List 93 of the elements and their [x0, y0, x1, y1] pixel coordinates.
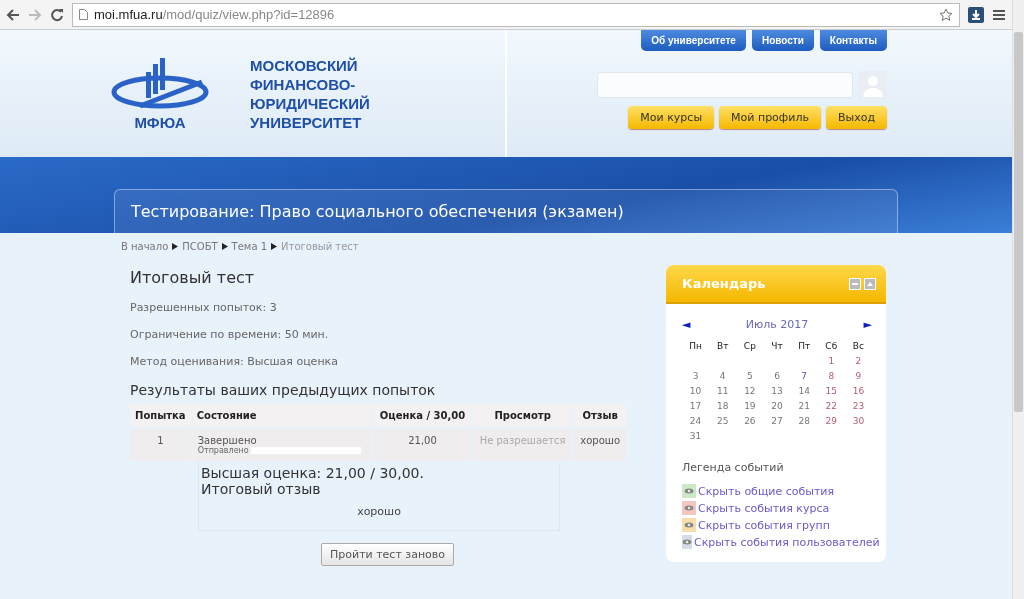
column-header: Оценка / 30,00	[374, 404, 471, 427]
calendar-day: 31	[682, 431, 710, 441]
table-cell: 21,00	[374, 429, 471, 461]
calendar-title: Календарь	[682, 276, 766, 291]
calendar-day: 6	[763, 371, 791, 381]
calendar-day: 28	[790, 416, 818, 426]
address-bar[interactable]: moi.mfua.ru/mod/quiz/view.php?id=12896	[72, 2, 960, 27]
quiz-info: Ограничение по времени: 50 мин.	[130, 328, 330, 341]
submitted-label: Отправлено	[197, 446, 249, 455]
user-menu-button[interactable]: Мой профиль	[719, 106, 821, 129]
calendar-day: 22	[817, 401, 845, 411]
user-avatar-icon	[859, 71, 887, 99]
column-header: Отзыв	[574, 404, 626, 427]
breadcrumb-link[interactable]: ПСОБТ	[182, 241, 218, 252]
course-title: Тестирование: Право социального обеспечения (экзамен)	[131, 202, 624, 221]
calendar-day: 3	[682, 371, 710, 381]
url-host: moi.mfua.ru	[94, 7, 163, 22]
calendar-day: 8	[817, 371, 845, 381]
month-label: Июль 2017	[745, 318, 809, 331]
weekday-label: Вс	[851, 341, 865, 351]
calendar-day: 5	[736, 371, 764, 381]
calendar-day: 1	[817, 356, 845, 366]
calendar-day: 9	[844, 371, 872, 381]
breadcrumb-separator-icon	[271, 243, 278, 250]
calendar-day: 18	[709, 401, 737, 411]
calendar-day: 21	[790, 401, 818, 411]
previous-month-link[interactable]: ◄	[682, 318, 691, 331]
next-month-link[interactable]: ►	[863, 318, 872, 331]
breadcrumb-separator-icon	[172, 243, 179, 250]
feedback-heading: Итоговый отзыв	[200, 481, 322, 497]
quiz-info: Метод оценивания: Высшая оценка	[130, 355, 339, 368]
calendar-day: 15	[817, 386, 845, 396]
legend-link[interactable]: Скрыть события курса	[698, 501, 830, 515]
download-icon[interactable]	[968, 6, 984, 23]
legend-link[interactable]: Скрыть общие события	[698, 484, 835, 498]
weekday-label: Пт	[797, 341, 812, 351]
breadcrumb-link[interactable]: В начало	[121, 241, 169, 252]
calendar-day: 26	[736, 416, 764, 426]
back-icon[interactable]	[6, 7, 20, 22]
weekday-label: Вт	[716, 341, 730, 351]
university-name: МОСКОВСКИЙ ФИНАНСОВО-ЮРИДИЧЕСКИЙ УНИВЕРСИТЕТ	[250, 55, 371, 132]
search-field[interactable]	[597, 72, 853, 98]
calendar-day: 23	[844, 401, 872, 411]
weekday-label: Чт	[770, 341, 784, 351]
legend-title: Легенда событий	[682, 461, 785, 474]
nav-link[interactable]: Контакты	[819, 30, 887, 51]
table-cell: 1	[130, 429, 191, 461]
column-header: Попытка	[130, 404, 191, 427]
calendar-day: 29	[817, 416, 845, 426]
user-menu-button[interactable]: Мои курсы	[628, 106, 715, 129]
feedback-text: хорошо	[356, 505, 402, 518]
weekday-label: Пн	[688, 341, 703, 351]
page-icon	[79, 9, 88, 20]
star-icon[interactable]	[939, 7, 953, 22]
quiz-info: Разрешенных попыток: 3	[130, 301, 278, 314]
column-header: Состояние	[192, 404, 373, 427]
calendar-day: 4	[709, 371, 737, 381]
nav-link[interactable]: Новости	[751, 30, 814, 51]
url-path: /mod/quiz/view.php?id=12896	[162, 7, 335, 22]
legend-link[interactable]: Скрыть события групп	[698, 518, 830, 532]
calendar-day: 17	[682, 401, 710, 411]
university-logo: МФЮА	[110, 55, 210, 132]
breadcrumb-separator-icon	[221, 243, 228, 250]
user-menu-button[interactable]: Выход	[825, 106, 887, 129]
breadcrumb-link[interactable]: Тема 1	[231, 241, 268, 252]
calendar-day: 7	[790, 371, 818, 381]
reload-icon[interactable]	[50, 7, 64, 22]
calendar-day: 11	[709, 386, 737, 396]
calendar-day: 25	[709, 416, 737, 426]
calendar-day: 24	[682, 416, 710, 426]
section-heading: Результаты ваших предыдущих попыток	[130, 382, 437, 398]
calendar-day: 14	[790, 386, 818, 396]
calendar-day: 20	[763, 401, 791, 411]
nav-link[interactable]: Об университете	[641, 30, 746, 51]
calendar-day: 16	[844, 386, 872, 396]
calendar-day: 2	[844, 356, 872, 366]
table-cell: Не разрешается	[472, 429, 573, 461]
calendar-day: 12	[736, 386, 764, 396]
calendar-day: 13	[763, 386, 791, 396]
menu-icon[interactable]	[992, 8, 1006, 21]
weekday-label: Ср	[742, 341, 757, 351]
attempt-state: Завершено	[197, 435, 257, 446]
calendar-day: 10	[682, 386, 710, 396]
calendar-day: 19	[736, 401, 764, 411]
calendar-day: 27	[763, 416, 791, 426]
table-cell: хорошо	[574, 429, 626, 461]
column-header: Просмотр	[472, 404, 573, 427]
calendar-day: 30	[844, 416, 872, 426]
retry-button[interactable]: Пройти тест заново	[321, 543, 455, 566]
legend-link[interactable]: Скрыть события пользователей	[694, 535, 880, 549]
best-grade: Высшая оценка: 21,00 / 30,00.	[200, 465, 425, 481]
weekday-label: Сб	[824, 341, 839, 351]
quiz-title: Итоговый тест	[130, 268, 256, 287]
